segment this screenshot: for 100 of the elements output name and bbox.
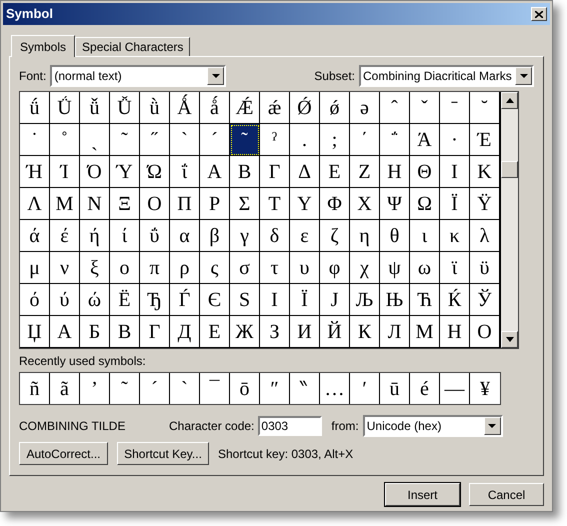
symbol-cell[interactable]: ό [20,284,50,316]
symbol-cell[interactable]: θ [380,220,410,252]
recent-symbol[interactable]: ˊ [140,373,170,404]
symbol-cell[interactable]: Φ [320,188,350,220]
symbol-cell[interactable]: Ή [20,156,50,188]
symbol-cell[interactable]: А [50,316,80,348]
symbol-cell[interactable]: ˝ [140,124,170,156]
symbol-cell[interactable]: ˋ [170,124,200,156]
recent-symbol[interactable]: — [440,373,470,404]
recent-symbol[interactable]: ′ [350,373,380,404]
symbol-cell[interactable]: Ζ [350,156,380,188]
symbol-cell[interactable]: Ќ [440,284,470,316]
symbol-cell[interactable]: ω [410,252,440,284]
symbol-cell[interactable]: В [110,316,140,348]
symbol-cell[interactable]: ι [410,220,440,252]
symbol-cell[interactable]: Ѕ [230,284,260,316]
symbol-cell[interactable]: Χ [350,188,380,220]
symbol-cell[interactable]: Ѓ [170,284,200,316]
symbol-cell[interactable]: έ [50,220,80,252]
symbol-cell[interactable]: Ψ [380,188,410,220]
recent-symbol[interactable]: ‶ [290,373,320,404]
recent-symbol[interactable]: ã [50,373,80,404]
symbol-cell[interactable]: η [350,220,380,252]
recent-symbol[interactable]: ˋ [170,373,200,404]
symbol-cell[interactable]: α [170,220,200,252]
symbol-cell[interactable]: ˘ [470,92,500,124]
symbol-cell[interactable]: Ǻ [170,92,200,124]
symbol-cell[interactable]: ΰ [140,220,170,252]
cancel-button[interactable]: Cancel [469,483,544,506]
symbol-cell[interactable]: О [470,316,500,348]
symbol-cell[interactable]: ˆ [380,92,410,124]
symbol-cell[interactable]: · [440,124,470,156]
symbol-cell[interactable]: Н [440,316,470,348]
symbol-cell[interactable]: Њ [380,284,410,316]
symbol-cell[interactable]: Џ [20,316,50,348]
symbol-cell[interactable]: Й [320,316,350,348]
symbol-cell[interactable]: ε [290,220,320,252]
symbol-cell[interactable]: ǻ [200,92,230,124]
symbol-cell[interactable]: ˜ [230,124,260,156]
recent-symbol[interactable]: ñ [20,373,50,404]
symbol-cell[interactable]: Μ [50,188,80,220]
symbol-cell[interactable]: Ў [470,284,500,316]
symbol-cell[interactable]: σ [230,252,260,284]
symbol-cell[interactable]: Υ [290,188,320,220]
symbol-cell[interactable]: Є [200,284,230,316]
symbol-cell[interactable]: К [350,316,380,348]
recent-symbol[interactable]: é [410,373,440,404]
character-code-field[interactable]: 0303 [258,416,322,436]
symbol-cell[interactable]: Ǘ [50,92,80,124]
tab[interactable]: Special Characters [75,37,190,56]
symbol-cell[interactable]: Η [380,156,410,188]
symbol-cell[interactable]: Ύ [110,156,140,188]
symbol-cell[interactable]: Ǚ [110,92,140,124]
symbol-cell[interactable]: Ϋ [470,188,500,220]
symbol-cell[interactable]: Λ [20,188,50,220]
symbol-cell[interactable]: Е [200,316,230,348]
symbol-cell[interactable]: Ω [410,188,440,220]
symbol-cell[interactable]: ǜ [140,92,170,124]
symbol-cell[interactable]: ξ [80,252,110,284]
symbol-cell[interactable]: Ξ [110,188,140,220]
symbol-cell[interactable]: Ο [140,188,170,220]
symbol-cell[interactable]: Ж [230,316,260,348]
symbol-cell[interactable]: ˊ [200,124,230,156]
symbol-cell[interactable]: ˀ [260,124,290,156]
symbol-cell[interactable]: ψ [380,252,410,284]
autocorrect-button[interactable]: AutoCorrect... [19,442,108,465]
symbol-cell[interactable]: Δ [290,156,320,188]
symbol-cell[interactable]: Ρ [200,188,230,220]
symbol-cell[interactable]: ο [110,252,140,284]
font-dropdown[interactable]: (normal text) [50,65,226,87]
subset-dropdown[interactable]: Combining Diacritical Marks [359,65,534,87]
symbol-cell[interactable]: Б [80,316,110,348]
symbol-cell[interactable]: Ј [320,284,350,316]
recent-symbol[interactable]: ″ [260,373,290,404]
symbol-cell[interactable]: И [290,316,320,348]
insert-button[interactable]: Insert [385,483,460,506]
symbol-cell[interactable]: Γ [260,156,290,188]
symbol-cell[interactable]: χ [350,252,380,284]
symbol-cell[interactable]: Ώ [140,156,170,188]
symbol-cell[interactable]: Β [230,156,260,188]
symbol-cell[interactable]: τ [260,252,290,284]
symbol-cell[interactable]: Ά [410,124,440,156]
symbol-cell[interactable]: ί [110,220,140,252]
recent-symbol[interactable]: ¯ [200,373,230,404]
symbol-cell[interactable]: κ [440,220,470,252]
symbol-cell[interactable]: Π [170,188,200,220]
symbol-cell[interactable]: Л [380,316,410,348]
symbol-cell[interactable]: ρ [170,252,200,284]
encoding-dropdown[interactable]: Unicode (hex) [362,415,503,437]
recent-symbol[interactable]: ō [230,373,260,404]
symbol-cell[interactable]: υ [290,252,320,284]
symbol-cell[interactable]: ζ [320,220,350,252]
symbol-cell[interactable]: Љ [350,284,380,316]
symbol-cell[interactable]: ; [320,124,350,156]
symbol-cell[interactable]: ˉ [440,92,470,124]
symbol-cell[interactable]: ǽ [260,92,290,124]
symbol-cell[interactable]: Ї [290,284,320,316]
symbol-cell[interactable]: Ё [110,284,140,316]
symbol-cell[interactable]: Ǽ [230,92,260,124]
symbol-cell[interactable]: ǚ [80,92,110,124]
